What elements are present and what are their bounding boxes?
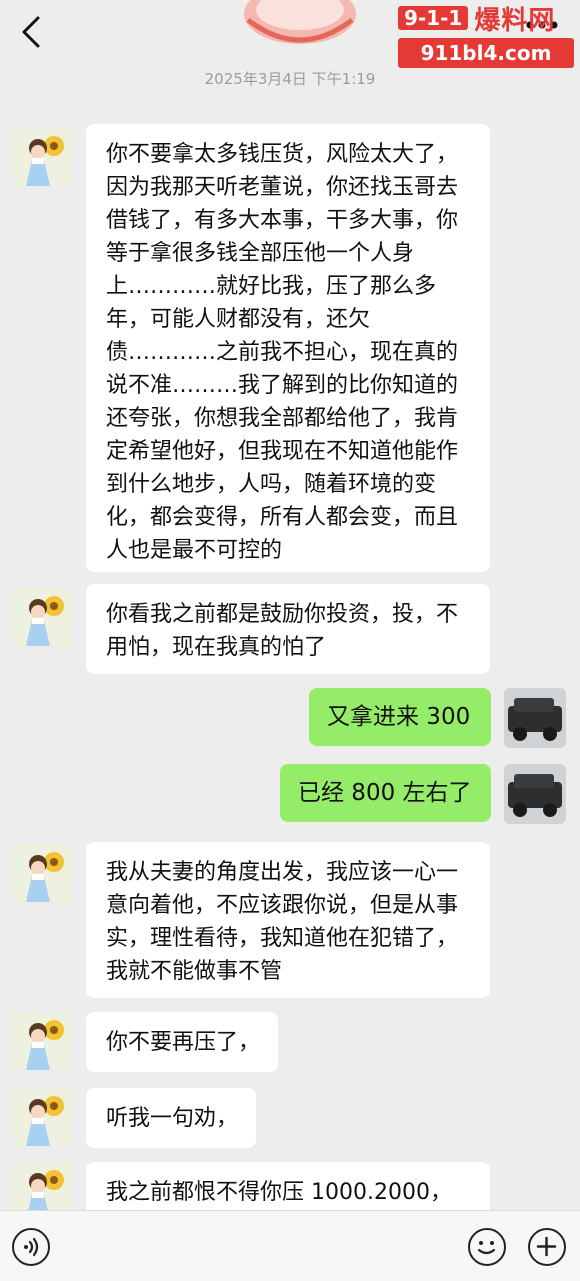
voice-icon[interactable] [12,1228,50,1266]
message-bubble-outgoing[interactable]: 已经 800 左右了 [280,764,491,822]
chat-header: 9-1-1 爆料网 911bl4.com [0,0,580,68]
message-bubble[interactable]: 你不要拿太多钱压货，风险太大了，因为我那天听老董说，你还找玉哥去借钱了，有多大本… [86,124,490,572]
sender-avatar[interactable] [12,1012,72,1070]
my-avatar[interactable] [504,764,566,824]
input-toolbar [0,1210,580,1281]
sender-avatar[interactable] [12,1088,72,1146]
message-timestamp: 2025年3月4日 下午1:19 [204,70,376,88]
sender-avatar[interactable] [12,128,72,186]
watermark-brand-box: 9-1-1 [398,6,469,30]
message-bubble[interactable]: 我从夫妻的角度出发，我应该一心一意向着他，不应该跟你说，但是从事实，理性看待，我… [86,842,490,998]
message-bubble[interactable]: 听我一句劝， [86,1088,256,1148]
contact-avatar-partial [238,0,362,54]
sender-avatar[interactable] [12,844,72,902]
my-avatar[interactable] [504,688,566,748]
watermark-logo: 9-1-1 爆料网 911bl4.com [398,2,574,70]
sender-avatar[interactable] [12,588,72,646]
plus-icon[interactable] [528,1228,566,1266]
message-bubble[interactable]: 你不要再压了， [86,1012,278,1072]
message-bubble-outgoing[interactable]: 又拿进来 300 [309,688,491,746]
chevron-left-icon[interactable] [14,12,48,52]
watermark-brand-name: 爆料网 [474,5,556,36]
emoji-icon[interactable] [468,1228,506,1266]
message-bubble[interactable]: 你看我之前都是鼓励你投资，投，不用怕，现在我真的怕了 [86,584,490,674]
watermark-url: 911bl4.com [398,38,574,68]
